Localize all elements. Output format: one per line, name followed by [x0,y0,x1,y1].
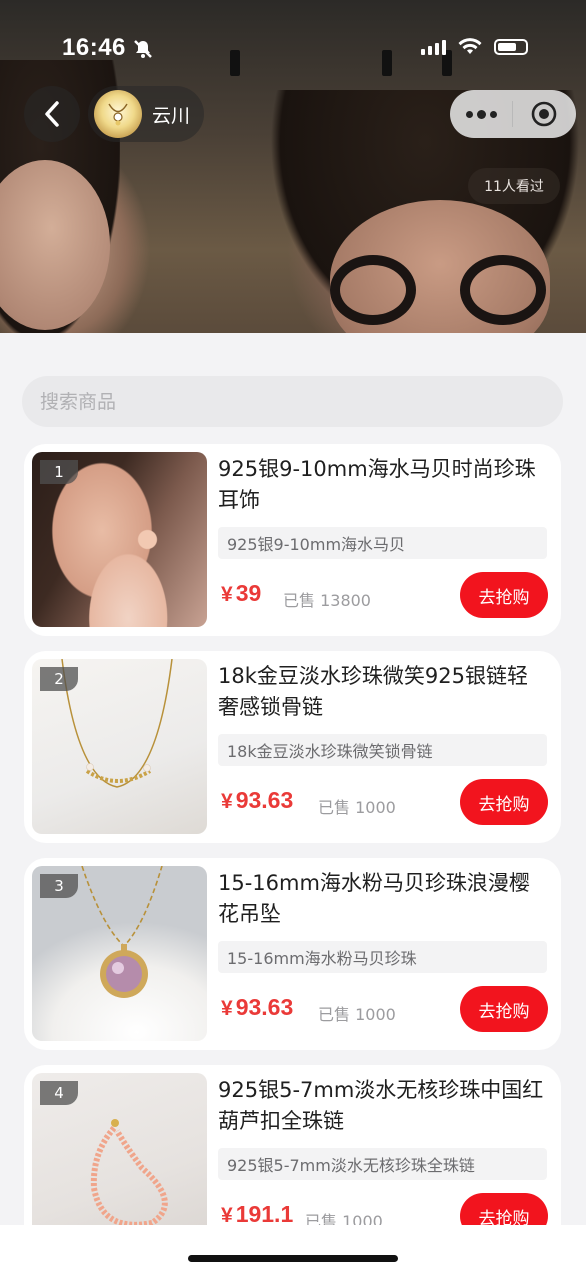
back-button[interactable] [24,86,80,142]
battery-icon [494,39,528,55]
product-card[interactable]: 3 15-16mm海水粉马贝珍珠浪漫樱花吊坠 15-16mm海水粉马贝珍珠 ¥9… [24,858,561,1050]
product-subtitle: 18k金豆淡水珍珠微笑锁骨链 [218,734,547,766]
product-price: ¥93.63 [221,787,293,814]
close-mini-program-button[interactable] [513,90,575,138]
more-menu-button[interactable] [450,90,512,138]
mute-bell-icon [134,40,152,58]
home-indicator[interactable] [188,1255,398,1262]
price-value: 191.1 [235,1201,294,1227]
shop-logo [94,90,142,138]
wifi-icon [458,38,482,54]
shop-name: 云川 [152,104,191,127]
product-image: 2 [32,659,207,834]
viewer-count-badge: 11人看过 [468,168,560,204]
currency-symbol: ¥ [221,790,233,813]
product-title: 15-16mm海水粉马贝珍珠浪漫樱花吊坠 [218,871,530,926]
buy-now-button[interactable]: 去抢购 [460,779,548,825]
product-image: 3 [32,866,207,1041]
product-card[interactable]: 2 18k金豆淡水珍珠微笑925银链轻奢感锁骨链 18k金豆淡水珍珠微笑锁骨链 … [24,651,561,843]
dot-icon [489,110,497,118]
glasses-lens-left [330,255,416,325]
price-value: 93.63 [235,994,294,1020]
buy-now-button[interactable]: 去抢购 [460,986,548,1032]
chevron-left-icon [45,101,59,127]
rank-badge: 4 [40,1081,78,1105]
price-value: 93.63 [235,787,294,813]
cellular-signal-icon [421,39,446,55]
product-image: 4 [32,1073,207,1248]
product-image: 1 [32,452,207,627]
dot-icon [476,109,486,119]
rank-badge: 3 [40,874,78,898]
sold-count: 已售 1000 [318,1005,396,1024]
currency-symbol: ¥ [221,1204,233,1227]
rank-badge: 1 [40,460,78,484]
necklace-logo-icon [108,103,128,126]
product-list-panel: 1 925银9-10mm海水马贝时尚珍珠耳饰 925银9-10mm海水马贝 ¥3… [0,333,586,1274]
product-price: ¥39 [221,580,261,607]
product-price: ¥93.63 [221,994,293,1021]
product-title: 18k金豆淡水珍珠微笑925银链轻奢感锁骨链 [218,664,528,719]
product-title: 925银9-10mm海水马贝时尚珍珠耳饰 [218,457,536,512]
home-indicator-area [0,1225,586,1274]
sold-count: 已售 13800 [283,591,371,610]
product-title: 925银5-7mm淡水无核珍珠中国红葫芦扣全珠链 [218,1078,544,1133]
price-value: 39 [235,580,262,606]
shop-info-chip[interactable]: 云川 [88,86,204,142]
dot-icon [465,110,473,118]
glasses-lens-right [460,255,546,325]
target-close-icon [531,101,557,127]
rank-badge: 2 [40,667,78,691]
product-subtitle: 925银5-7mm淡水无核珍珠全珠链 [218,1148,547,1180]
currency-symbol: ¥ [221,997,233,1020]
search-input[interactable] [22,376,563,427]
product-subtitle: 925银9-10mm海水马贝 [218,527,547,559]
buy-now-button[interactable]: 去抢购 [460,572,548,618]
status-time: 16:46 [62,34,126,61]
mini-program-capsule [450,90,576,138]
currency-symbol: ¥ [221,583,233,606]
product-price: ¥191.1 [221,1201,293,1228]
product-subtitle: 15-16mm海水粉马贝珍珠 [218,941,547,973]
sold-count: 已售 1000 [318,798,396,817]
status-bar: 16:46 [0,28,586,68]
product-card[interactable]: 1 925银9-10mm海水马贝时尚珍珠耳饰 925银9-10mm海水马贝 ¥3… [24,444,561,636]
